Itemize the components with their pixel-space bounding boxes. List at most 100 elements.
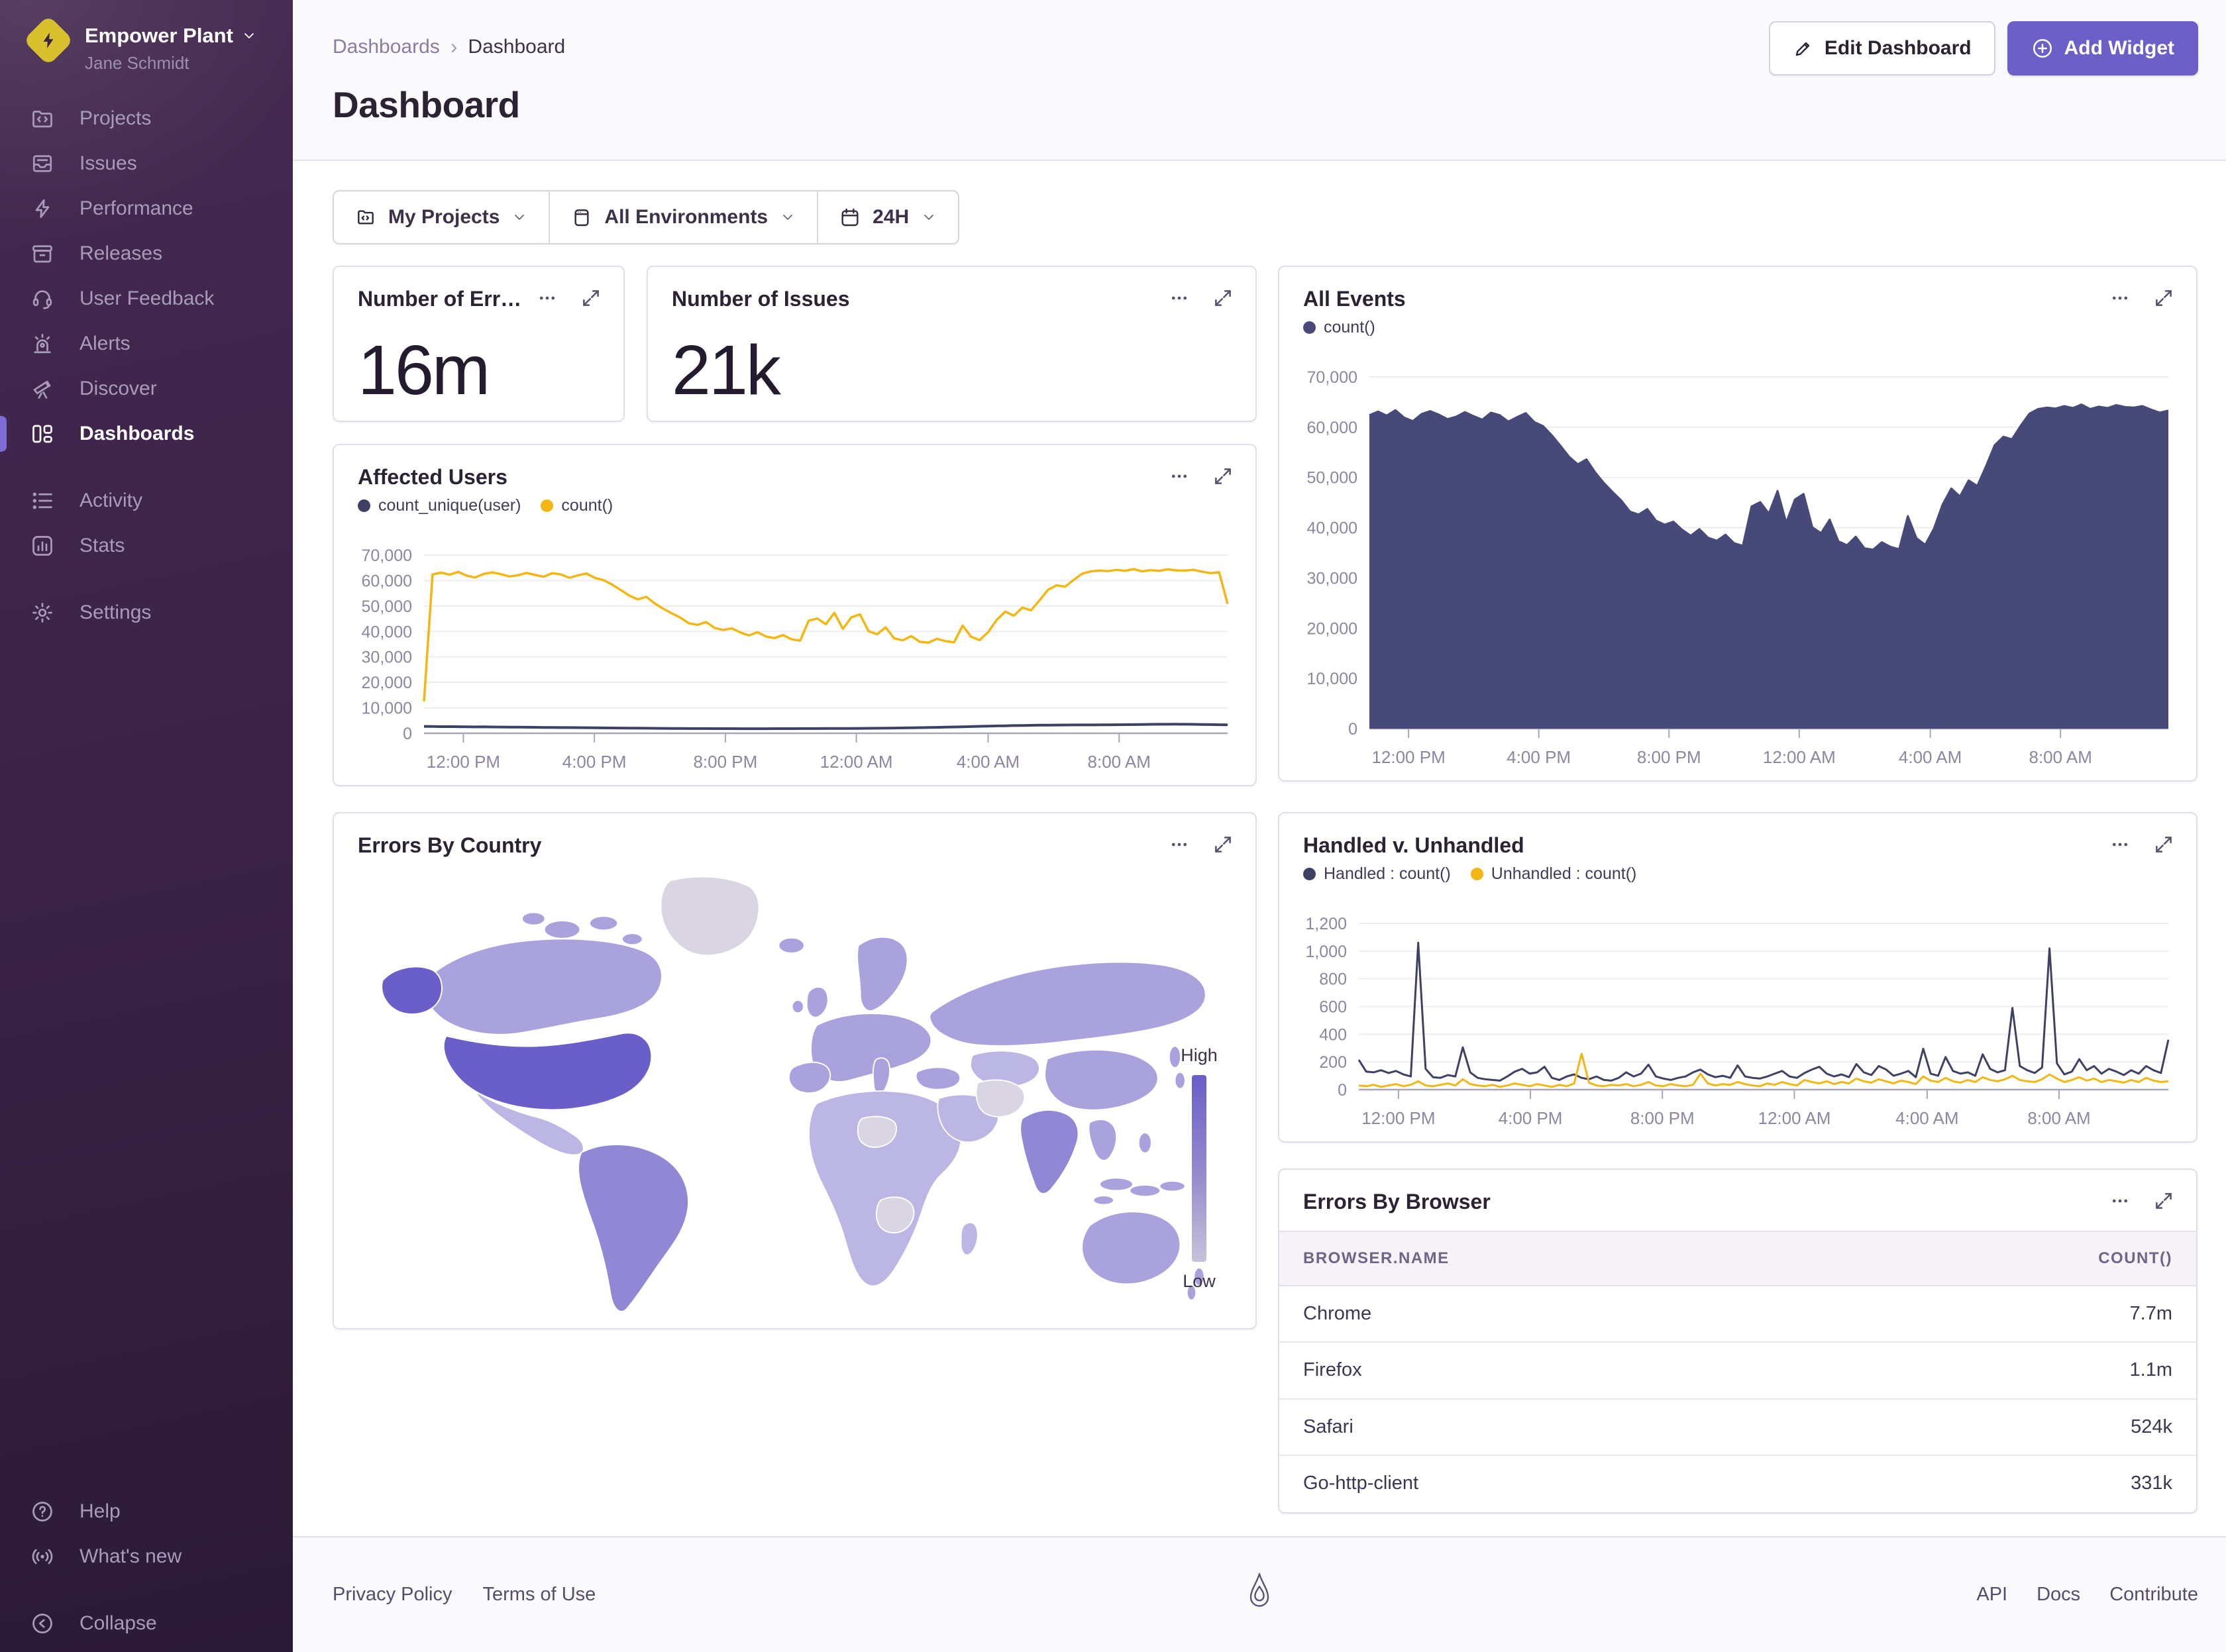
table-header: BROWSER.NAME COUNT() bbox=[1279, 1231, 2196, 1286]
svg-text:4:00 AM: 4:00 AM bbox=[957, 752, 1020, 772]
date-range-filter[interactable]: 24H bbox=[818, 191, 958, 243]
sidebar-item-user-feedback[interactable]: User Feedback bbox=[0, 276, 293, 321]
sidebar-item-issues[interactable]: Issues bbox=[0, 141, 293, 186]
chevron-down-icon bbox=[241, 28, 257, 44]
org-switcher[interactable]: Empower Plant Jane Schmidt bbox=[0, 0, 293, 96]
svg-text:40,000: 40,000 bbox=[1307, 519, 1357, 538]
sidebar-item-whats-new[interactable]: What's new bbox=[0, 1534, 293, 1579]
widget-menu-ellipsis-icon[interactable] bbox=[2110, 835, 2130, 854]
help-icon bbox=[30, 1500, 54, 1523]
sidebar-item-label: Projects bbox=[80, 107, 151, 130]
widget-menu-ellipsis-icon[interactable] bbox=[1169, 288, 1189, 308]
widget-menu-ellipsis-icon[interactable] bbox=[2110, 1191, 2130, 1211]
cell-count: 524k bbox=[2131, 1416, 2172, 1438]
environment-filter[interactable]: All Environments bbox=[550, 191, 817, 243]
chevron-down-icon bbox=[780, 209, 796, 225]
legend-item: count() bbox=[541, 496, 613, 515]
projects-icon bbox=[30, 107, 54, 130]
svg-text:8:00 PM: 8:00 PM bbox=[693, 752, 757, 772]
sidebar-item-releases[interactable]: Releases bbox=[0, 231, 293, 276]
sidebar-collapse-button[interactable]: Collapse bbox=[0, 1601, 293, 1646]
sidebar-item-help[interactable]: Help bbox=[0, 1489, 293, 1534]
sidebar-item-stats[interactable]: Stats bbox=[0, 523, 293, 568]
sidebar-item-settings[interactable]: Settings bbox=[0, 590, 293, 635]
sidebar-item-performance[interactable]: Performance bbox=[0, 186, 293, 231]
user-feedback-icon bbox=[30, 287, 54, 311]
add-widget-label: Add Widget bbox=[2064, 37, 2174, 60]
api-link[interactable]: API bbox=[1976, 1584, 2007, 1606]
sidebar: Empower Plant Jane Schmidt Projects Issu… bbox=[0, 0, 293, 1652]
widget-expand-icon[interactable] bbox=[581, 288, 601, 308]
terms-of-use-link[interactable]: Terms of Use bbox=[483, 1584, 596, 1606]
sidebar-item-label: Alerts bbox=[80, 333, 131, 355]
legend-label: Handled : count() bbox=[1324, 864, 1451, 884]
world-map bbox=[344, 869, 1245, 1315]
date-range-label: 24H bbox=[873, 206, 909, 229]
map-gradient-bar bbox=[1192, 1075, 1206, 1262]
widget-menu-ellipsis-icon[interactable] bbox=[2110, 288, 2130, 308]
widget-handled-unhandled: Handled v. Unhandled Handled : count() U… bbox=[1278, 812, 2198, 1143]
affected-users-chart: 010,00020,00030,00040,00050,00060,00070,… bbox=[339, 544, 1246, 780]
docs-link[interactable]: Docs bbox=[2037, 1584, 2080, 1606]
org-name: Empower Plant bbox=[85, 24, 257, 48]
releases-icon bbox=[30, 242, 54, 266]
contribute-link[interactable]: Contribute bbox=[2109, 1584, 2198, 1606]
all-events-chart: 010,00020,00030,00040,00050,00060,00070,… bbox=[1285, 366, 2187, 775]
add-widget-button[interactable]: Add Widget bbox=[2007, 21, 2198, 76]
legend-item: Handled : count() bbox=[1303, 864, 1451, 884]
sidebar-item-projects[interactable]: Projects bbox=[0, 96, 293, 141]
widget-expand-icon[interactable] bbox=[1213, 835, 1233, 854]
map-legend: High Low bbox=[1176, 1045, 1222, 1292]
sidebar-item-label: Issues bbox=[80, 152, 137, 175]
edit-dashboard-label: Edit Dashboard bbox=[1825, 37, 1972, 60]
widget-expand-icon[interactable] bbox=[1213, 466, 1233, 486]
svg-text:0: 0 bbox=[1348, 720, 1357, 739]
svg-text:0: 0 bbox=[403, 725, 412, 743]
breadcrumb-dashboards[interactable]: Dashboards bbox=[333, 36, 440, 58]
cell-count: 7.7m bbox=[2130, 1303, 2172, 1325]
widget-expand-icon[interactable] bbox=[2154, 1191, 2174, 1211]
svg-text:8:00 AM: 8:00 AM bbox=[2027, 1108, 2090, 1128]
svg-text:10,000: 10,000 bbox=[1307, 670, 1357, 688]
widget-menu-ellipsis-icon[interactable] bbox=[537, 288, 557, 308]
widget-title: Errors By Country bbox=[358, 833, 541, 858]
svg-text:4:00 AM: 4:00 AM bbox=[1895, 1108, 1958, 1128]
svg-text:4:00 PM: 4:00 PM bbox=[562, 752, 627, 772]
legend-label: Unhandled : count() bbox=[1491, 864, 1637, 884]
calendar-icon bbox=[839, 207, 861, 228]
sidebar-item-dashboards[interactable]: Dashboards bbox=[0, 411, 293, 456]
chart-legend: Handled : count() Unhandled : count() bbox=[1279, 858, 2196, 884]
edit-dashboard-button[interactable]: Edit Dashboard bbox=[1769, 21, 1995, 76]
page-title: Dashboard bbox=[333, 83, 520, 126]
sidebar-item-label: Performance bbox=[80, 197, 193, 220]
svg-text:50,000: 50,000 bbox=[1307, 469, 1357, 488]
sidebar-item-alerts[interactable]: Alerts bbox=[0, 321, 293, 366]
svg-text:12:00 AM: 12:00 AM bbox=[820, 752, 893, 772]
legend-item: count() bbox=[1303, 318, 1375, 337]
sidebar-item-label: Activity bbox=[80, 490, 142, 512]
projects-icon bbox=[355, 207, 376, 228]
broadcast-icon bbox=[30, 1545, 54, 1569]
svg-text:800: 800 bbox=[1319, 970, 1347, 989]
widget-expand-icon[interactable] bbox=[2154, 288, 2174, 308]
sidebar-item-activity[interactable]: Activity bbox=[0, 478, 293, 523]
widget-errors-by-browser: Errors By Browser BROWSER.NAME COUNT() C… bbox=[1278, 1168, 2198, 1514]
widget-expand-icon[interactable] bbox=[1213, 288, 1233, 308]
sidebar-item-label: User Feedback bbox=[80, 287, 214, 310]
widget-title: Number of Issues bbox=[672, 287, 850, 311]
table-row: Safari 524k bbox=[1279, 1400, 2196, 1456]
legend-dot bbox=[1471, 868, 1483, 880]
svg-text:40,000: 40,000 bbox=[362, 623, 412, 641]
svg-text:1,200: 1,200 bbox=[1305, 915, 1347, 933]
sidebar-item-discover[interactable]: Discover bbox=[0, 366, 293, 411]
widget-menu-ellipsis-icon[interactable] bbox=[1169, 835, 1189, 854]
widget-menu-ellipsis-icon[interactable] bbox=[1169, 466, 1189, 486]
project-filter-label: My Projects bbox=[388, 206, 500, 229]
project-filter[interactable]: My Projects bbox=[334, 191, 549, 243]
cell-browser-name: Firefox bbox=[1303, 1359, 1362, 1381]
sidebar-nav: Projects Issues Performance Releases Use… bbox=[0, 96, 293, 635]
errors-by-browser-table: BROWSER.NAME COUNT() Chrome 7.7m Firefox… bbox=[1279, 1231, 2196, 1511]
privacy-policy-link[interactable]: Privacy Policy bbox=[333, 1584, 452, 1606]
widget-expand-icon[interactable] bbox=[2154, 835, 2174, 854]
plus-circle-icon bbox=[2031, 37, 2054, 60]
